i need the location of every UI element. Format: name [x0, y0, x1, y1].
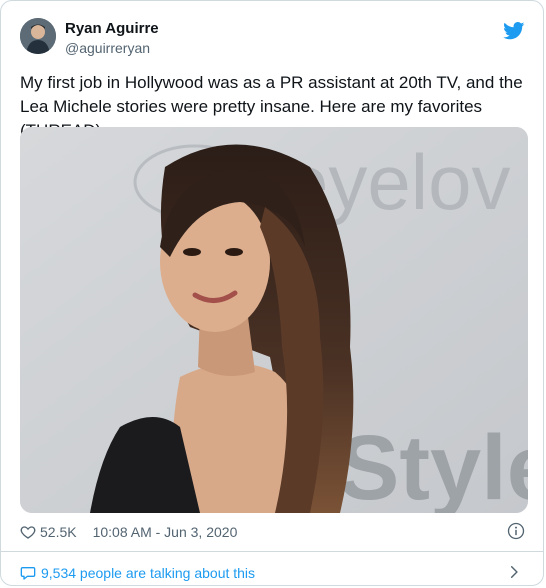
- conversation-link[interactable]: 9,534 people are talking about this: [20, 563, 525, 583]
- author-handle[interactable]: @aguirreryan: [65, 40, 150, 56]
- backdrop-style-text: Style: [338, 417, 528, 513]
- tweet-timestamp[interactable]: 10:08 AM - Jun 3, 2020: [93, 524, 238, 540]
- tweet-photo[interactable]: eyelov Style: [20, 127, 528, 513]
- tweet-card: Ryan Aguirre @aguirreryan My first job i…: [0, 0, 544, 586]
- divider: [1, 551, 543, 552]
- info-icon[interactable]: [507, 522, 525, 540]
- comment-bubble-icon: [20, 565, 36, 581]
- tweet-header: Ryan Aguirre @aguirreryan: [20, 18, 525, 62]
- avatar[interactable]: [20, 18, 56, 54]
- heart-icon[interactable]: [20, 524, 36, 540]
- like-count[interactable]: 52.5K: [40, 524, 77, 540]
- tweet-meta: 52.5K 10:08 AM - Jun 3, 2020: [20, 522, 525, 542]
- conversation-label[interactable]: 9,534 people are talking about this: [41, 565, 255, 581]
- twitter-bird-icon[interactable]: [503, 22, 525, 40]
- chevron-right-icon[interactable]: [507, 565, 521, 579]
- author-name[interactable]: Ryan Aguirre: [65, 20, 159, 37]
